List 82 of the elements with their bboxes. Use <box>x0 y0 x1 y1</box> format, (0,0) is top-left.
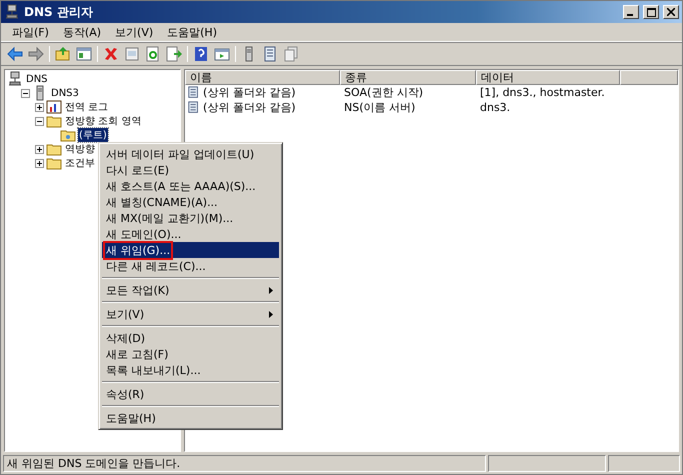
tree-item[interactable]: (루트) <box>78 128 108 142</box>
copy-stack-icon[interactable] <box>283 46 299 62</box>
context-menu-item[interactable]: 새로 고침(F) <box>102 346 279 362</box>
outlined-label: 새 위임(G)... <box>105 242 172 258</box>
list-cell: (상위 폴더와 같음) <box>203 85 296 100</box>
list-cell-text: SOA(권한 시작) <box>343 85 424 100</box>
window-title: DNS 관리자 <box>24 4 94 20</box>
record-icon <box>187 100 201 114</box>
context-menu-item[interactable]: 속성(R) <box>102 386 279 402</box>
network-computer-icon <box>7 71 23 87</box>
window-pane-icon[interactable] <box>214 46 230 62</box>
tree-item[interactable]: 정방향 조회 영역 <box>64 114 142 128</box>
list-cell-text: NS(이름 서버) <box>343 100 416 115</box>
forward-arrow-icon[interactable] <box>28 46 44 62</box>
context-menu-item[interactable]: 새 별칭(CNAME)(A)... <box>102 194 279 210</box>
column-header[interactable]: 데이터 <box>476 70 620 85</box>
context-menu-item[interactable]: 삭제(D) <box>102 330 279 346</box>
menu-item-label: 새로 고침(F) <box>105 346 170 362</box>
context-menu-item[interactable]: 새 호스트(A 또는 AAAA)(S)... <box>102 178 279 194</box>
menu-item-label: 도움말(H) <box>105 410 157 426</box>
expand-icon[interactable] <box>35 158 44 168</box>
context-menu-item[interactable]: 보기(V) <box>102 306 279 322</box>
export-icon[interactable] <box>166 46 182 62</box>
expand-icon[interactable] <box>35 102 44 112</box>
menu-item-label: 목록 내보내기(L)... <box>105 362 202 378</box>
menu-item[interactable]: 동작(A) <box>56 24 108 40</box>
submenu-arrow-icon <box>269 286 273 294</box>
back-arrow-icon[interactable] <box>7 46 23 62</box>
collapse-icon[interactable] <box>21 88 30 98</box>
list-cell-text: dns3. <box>479 101 512 114</box>
menu-item-label: 삭제(D) <box>105 330 146 346</box>
maximize-icon <box>646 8 656 16</box>
collapse-icon[interactable] <box>35 116 44 126</box>
menu-item-label: 새 도메인(O)... <box>105 226 182 242</box>
submenu-arrow-icon <box>269 310 273 318</box>
menu-item-label: 새 호스트(A 또는 AAAA)(S)... <box>105 178 257 194</box>
context-menu-item[interactable]: 새 MX(메일 교환기)(M)... <box>102 210 279 226</box>
menu-item-label: 보기(V) <box>105 306 146 322</box>
network-computer-icon <box>4 4 20 20</box>
context-menu-item[interactable]: 다시 로드(E) <box>102 162 279 178</box>
context-menu-item[interactable]: 도움말(H) <box>102 410 279 426</box>
properties-icon[interactable] <box>124 46 140 62</box>
context-menu-item[interactable]: 목록 내보내기(L)... <box>102 362 279 378</box>
close-button[interactable] <box>663 5 679 19</box>
delete-icon[interactable] <box>103 46 119 62</box>
tree-item[interactable]: 역방향 <box>64 142 96 156</box>
minimize-button[interactable] <box>623 5 639 19</box>
tree-item[interactable]: 전역 로그 <box>64 100 110 114</box>
tree-item[interactable]: DNS <box>25 74 49 84</box>
context-menu-item[interactable]: 모든 작업(K) <box>102 282 279 298</box>
refresh-icon[interactable] <box>145 46 161 62</box>
column-header[interactable]: 이름 <box>185 70 340 85</box>
status-pane <box>608 455 680 472</box>
record-icon <box>187 86 201 100</box>
help-icon[interactable] <box>193 46 209 62</box>
menu-item-label: 다른 새 레코드(C)... <box>105 258 207 274</box>
menu-item-label: 서버 데이터 파일 업데이트(U) <box>105 146 256 162</box>
tree-item[interactable]: 조건부 <box>64 156 96 170</box>
list-cell-text: [1], dns3., hostmaster. <box>479 86 606 99</box>
expand-icon[interactable] <box>35 144 44 154</box>
column-header[interactable]: 종류 <box>340 70 476 85</box>
menu-item-label: 새 별칭(CNAME)(A)... <box>105 194 219 210</box>
menu-item-label: 다시 로드(E) <box>105 162 170 178</box>
tree-pane-icon[interactable] <box>76 46 92 62</box>
menu-item-label: 새 MX(메일 교환기)(M)... <box>105 210 234 226</box>
log-chart-icon <box>46 99 62 115</box>
context-menu-item[interactable]: 새 위임(G)... <box>102 242 279 258</box>
menu-item[interactable]: 파일(F) <box>5 24 56 40</box>
context-menu-item[interactable]: 새 도메인(O)... <box>102 226 279 242</box>
tree-item[interactable]: DNS3 <box>50 88 80 98</box>
menu-item-label: 속성(R) <box>105 386 146 402</box>
list-cell: (상위 폴더와 같음) <box>203 100 296 115</box>
context-menu-item[interactable]: 다른 새 레코드(C)... <box>102 258 279 274</box>
column-header[interactable] <box>620 70 678 85</box>
menu-item[interactable]: 보기(V) <box>108 24 160 40</box>
close-icon <box>667 8 675 16</box>
context-menu-item[interactable]: 서버 데이터 파일 업데이트(U) <box>102 146 279 162</box>
maximize-button[interactable] <box>643 5 659 19</box>
status-text: 새 위임된 DNS 도메인을 만듭니다. <box>3 455 486 472</box>
menu-item-label: 모든 작업(K) <box>105 282 170 298</box>
menu-item[interactable]: 도움말(H) <box>160 24 224 40</box>
list-icon[interactable] <box>262 46 278 62</box>
